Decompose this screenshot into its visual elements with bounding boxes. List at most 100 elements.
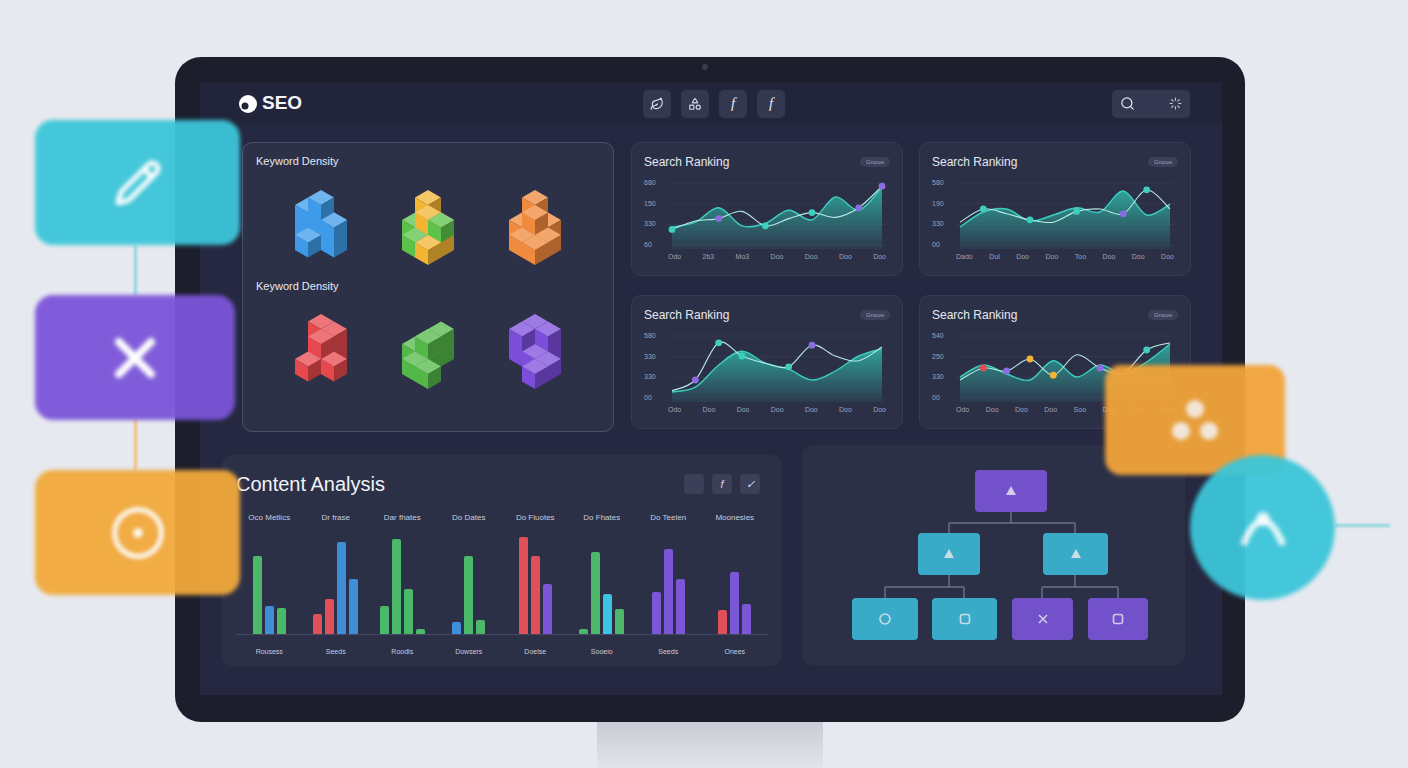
bar[interactable] [519,537,528,634]
x-tick: Doo [737,406,750,414]
x-tick: Doo [1044,406,1057,414]
chart-point[interactable] [1003,368,1010,375]
chart-point[interactable] [692,377,699,384]
bar[interactable] [404,589,413,634]
bar[interactable] [337,542,346,634]
chart-point[interactable] [809,342,816,349]
chart-point[interactable] [980,365,987,372]
chart-y-axis: 68015033060 [644,179,664,249]
screen: SEOffKeyword DensityKeyword DensitySearc… [200,82,1222,695]
search-box[interactable] [1112,90,1190,118]
bar-group: Dar fhatesRoodls [369,513,436,656]
bar[interactable] [476,620,485,634]
bar[interactable] [452,622,461,634]
bar[interactable] [652,592,661,634]
chart-point[interactable] [1143,186,1150,193]
chart-point[interactable] [1143,347,1150,354]
action-button[interactable]: ✓ [740,474,760,494]
x-tick: Dul [989,253,1000,261]
bar[interactable] [464,556,473,634]
chart-badge[interactable]: Gnoue [1148,157,1178,167]
bar[interactable] [265,606,274,634]
chart-point[interactable] [855,204,862,211]
chart-x-axis: DadoDulDooDooTooDooDooDoo [932,253,1178,261]
tree-node[interactable] [1012,598,1073,640]
chart-point[interactable] [1050,372,1057,379]
bar[interactable] [325,599,334,634]
toolbar-button[interactable] [681,90,709,118]
triangle-nodes-icon [1003,483,1019,499]
toolbar-button[interactable]: f [757,90,785,118]
bar[interactable] [392,539,401,634]
bar[interactable] [591,552,600,634]
column-header: Do Dates [452,513,485,523]
loader-icon [1169,97,1182,110]
tree-node[interactable] [932,598,997,640]
monitor: SEOffKeyword DensityKeyword DensitySearc… [175,57,1245,722]
content-analysis-panel: Content Analysisf✓Oco MetlicsRousessDr f… [222,455,782,666]
toolbar-button[interactable] [643,90,671,118]
chart-y-axis: 58019033000 [932,179,952,249]
bar[interactable] [416,629,425,634]
y-tick: 190 [932,200,952,208]
bar[interactable] [277,608,286,634]
toolbar: ff [555,90,872,118]
chart-point[interactable] [715,339,722,346]
bar[interactable] [730,572,739,634]
y-tick: 00 [644,394,664,402]
toolbar-button[interactable]: f [719,90,747,118]
keyword-cube-icon [483,296,587,400]
logo: SEO [238,89,555,118]
x-tick: Doo [805,406,818,414]
line-series [960,190,1170,223]
bar-group: Oco MetlicsRousess [236,513,303,656]
bar[interactable] [531,556,540,634]
chart-point[interactable] [809,209,816,216]
chart-point[interactable] [715,215,722,222]
action-button[interactable]: f [712,474,732,494]
y-tick: 580 [644,332,664,340]
tree-node[interactable] [852,598,918,640]
chart-title: Search Ranking [932,306,1017,324]
x-tick: Doo [1103,253,1116,261]
chart-point[interactable] [762,222,769,229]
tree-node[interactable] [1088,598,1148,640]
keyword-density-section: Keyword Density [256,153,600,276]
bar[interactable] [543,584,552,634]
tree-node[interactable] [918,533,980,575]
bar[interactable] [313,614,322,634]
bar[interactable] [603,594,612,634]
chart-point[interactable] [785,363,792,370]
chart-point[interactable] [1027,216,1034,223]
x-tick: Doo [1161,253,1174,261]
bar[interactable] [380,606,389,634]
tree-node[interactable] [975,470,1047,512]
y-tick: 60 [644,241,664,249]
bar[interactable] [579,629,588,634]
bar[interactable] [615,609,624,634]
chart-title: Search Ranking [644,306,729,324]
chart-badge[interactable]: Gnoue [860,157,890,167]
tree-node[interactable] [1043,533,1108,575]
x-label: Seeds [326,647,346,656]
chart-badge[interactable]: Gnoue [1148,310,1178,320]
bar[interactable] [742,604,751,634]
tree-diagram-panel [802,445,1185,665]
bar[interactable] [253,556,262,634]
chart-point[interactable] [1120,210,1127,217]
chart-point[interactable] [1097,365,1104,372]
chart-point[interactable] [980,206,987,213]
bar[interactable] [349,579,358,634]
chart-point[interactable] [739,353,746,360]
chart-badge[interactable]: Gnoue [860,310,890,320]
x-tick: Doo [1132,253,1145,261]
chart-point[interactable] [1027,356,1034,363]
chart-point[interactable] [879,183,886,190]
bar[interactable] [664,549,673,634]
bar[interactable] [718,610,727,634]
nodes-icon [1165,395,1225,445]
bar[interactable] [676,579,685,634]
chart-point[interactable] [1073,208,1080,215]
square-button[interactable] [684,474,704,494]
chart-point[interactable] [669,226,676,233]
